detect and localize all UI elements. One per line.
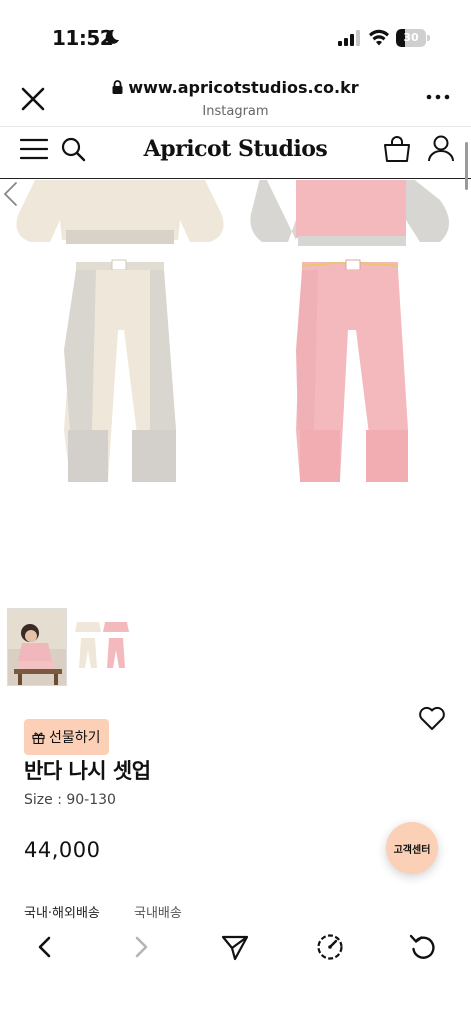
url-bar[interactable]: www.apricotstudios.co.kr <box>0 78 471 97</box>
status-bar: 11:52 30 <box>0 0 471 74</box>
shopping-bag-icon[interactable] <box>383 135 411 163</box>
more-icon[interactable] <box>426 92 450 102</box>
browser-toolbar <box>0 920 471 1024</box>
cream-sweatshirt <box>16 180 224 244</box>
product-image <box>16 180 449 482</box>
thumbnail-flatlay[interactable] <box>71 608 131 686</box>
pink-sweatshirt <box>250 180 449 246</box>
chevron-left-icon[interactable] <box>30 932 60 962</box>
lock-icon <box>112 80 123 94</box>
product-gallery[interactable] <box>0 180 471 600</box>
battery-percent: 30 <box>403 31 419 44</box>
speedometer-icon[interactable] <box>315 932 345 962</box>
shipping-tab-domestic[interactable]: 국내배송 <box>134 902 182 921</box>
customer-service-label: 고객센터 <box>393 844 431 856</box>
url-text: www.apricotstudios.co.kr <box>128 78 359 97</box>
shipping-tab-domestic-international[interactable]: 국내·해외배송 <box>24 902 100 921</box>
product-name: 반다 나시 셋업 <box>24 759 151 783</box>
cream-pants <box>64 259 176 482</box>
product-size: Size : 90-130 <box>24 792 116 808</box>
url-source: Instagram <box>202 104 269 119</box>
site-nav: Apricot Studios <box>0 127 471 179</box>
battery-icon: 30 <box>396 29 430 47</box>
heart-icon[interactable] <box>418 705 446 731</box>
wifi-icon <box>369 29 389 46</box>
refresh-icon[interactable] <box>408 932 438 962</box>
moon-icon <box>105 29 119 44</box>
pink-pants <box>296 259 408 482</box>
send-icon[interactable] <box>220 932 250 962</box>
cellular-signal-icon <box>338 30 360 46</box>
thumbnail-lifestyle[interactable] <box>7 608 67 686</box>
user-icon[interactable] <box>427 134 455 162</box>
product-price: 44,000 <box>24 838 101 862</box>
chevron-right-icon[interactable] <box>126 932 156 962</box>
gift-button[interactable]: 선물하기 <box>24 719 109 755</box>
chevron-left-icon[interactable] <box>0 180 22 208</box>
browser-header: www.apricotstudios.co.kr Instagram <box>0 74 471 126</box>
gift-icon <box>32 732 45 744</box>
gift-label: 선물하기 <box>49 730 101 746</box>
customer-service-button[interactable]: 고객센터 <box>386 822 438 874</box>
